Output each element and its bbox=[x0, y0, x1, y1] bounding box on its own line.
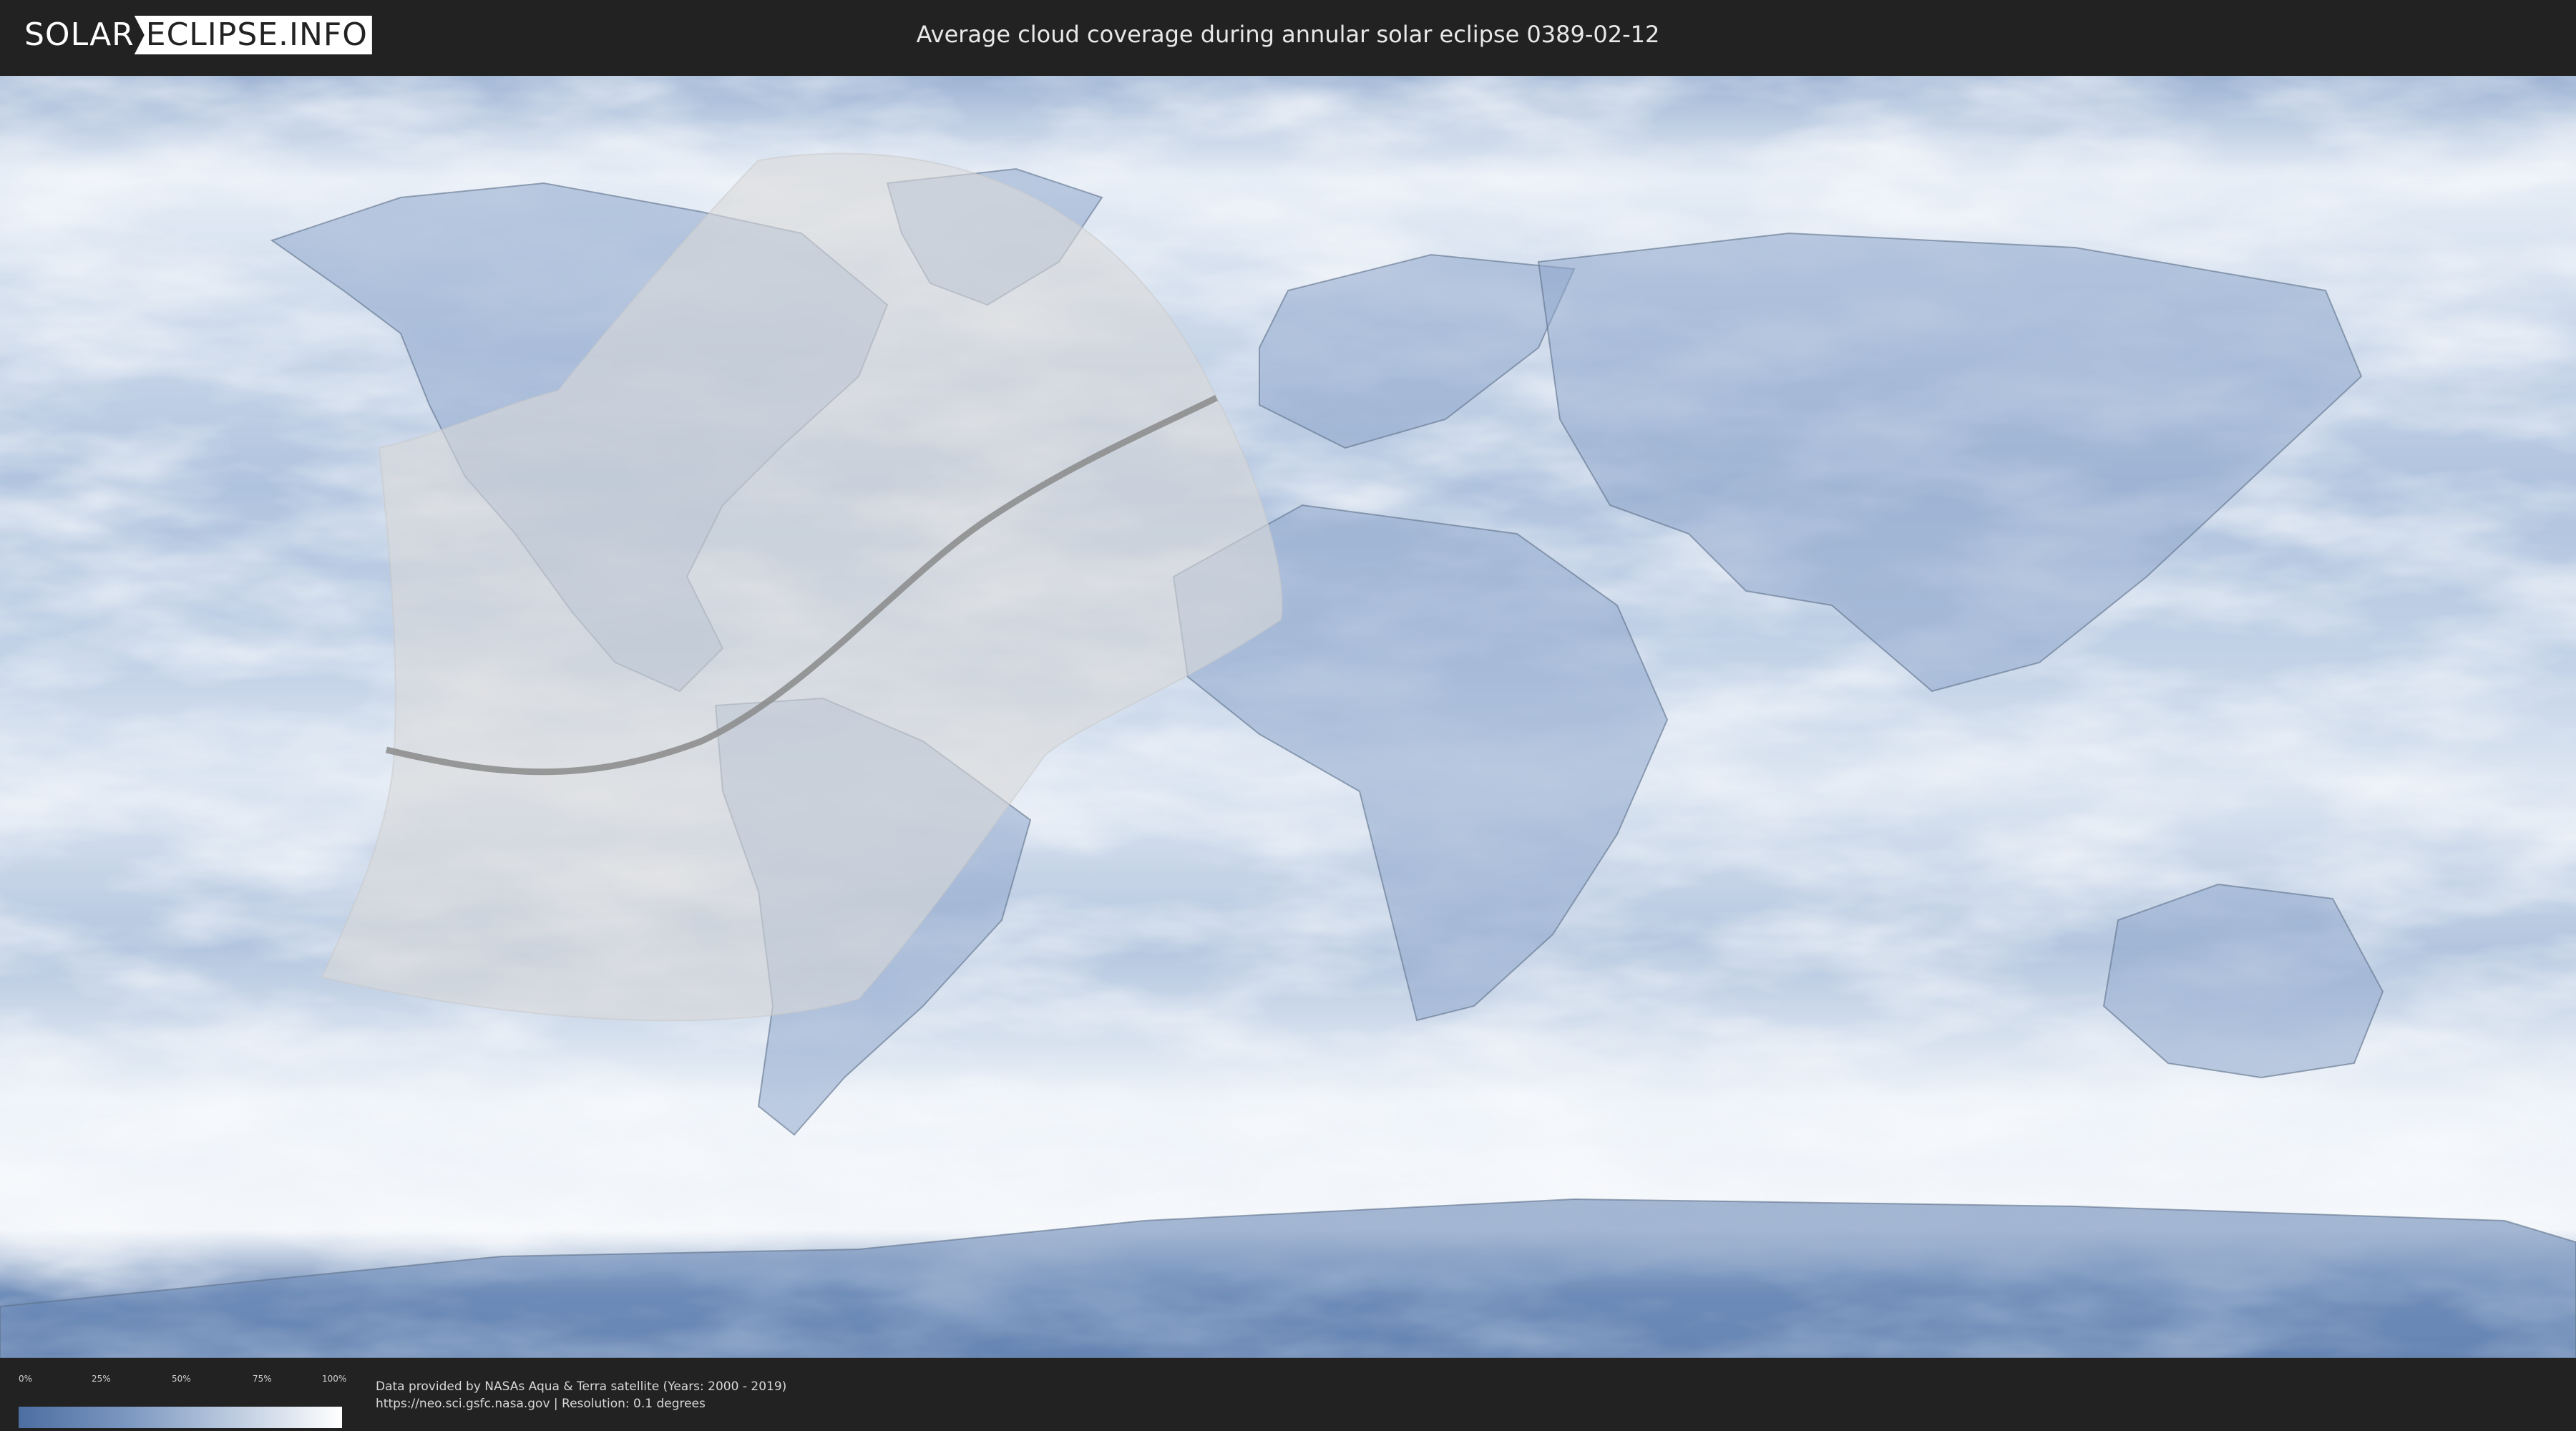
world-map-svg bbox=[0, 76, 2576, 1358]
legend-tick-100: 100% bbox=[322, 1374, 347, 1384]
data-credits: Data provided by NASAs Aqua & Terra sate… bbox=[376, 1378, 786, 1412]
legend-tick-75: 75% bbox=[253, 1374, 272, 1384]
legend-tick-0: 0% bbox=[19, 1374, 33, 1384]
legend-tick-25: 25% bbox=[92, 1374, 111, 1384]
header-bar: SOLAR ECLIPSE.INFO Average cloud coverag… bbox=[0, 0, 2576, 72]
credits-line-1: Data provided by NASAs Aqua & Terra sate… bbox=[376, 1379, 787, 1394]
legend-color-bar bbox=[19, 1407, 342, 1428]
cloud-coverage-map bbox=[0, 76, 2576, 1358]
footer-bar: 0% 25% 50% 75% 100% Data provided by NAS… bbox=[0, 1358, 2576, 1431]
legend-tick-50: 50% bbox=[172, 1374, 191, 1384]
page-title: Average cloud coverage during annular so… bbox=[916, 21, 1660, 48]
cloud-coverage-legend: 0% 25% 50% 75% 100% bbox=[19, 1374, 346, 1428]
legend-tick-labels: 0% 25% 50% 75% 100% bbox=[19, 1374, 346, 1385]
credits-line-2: https://neo.sci.gsfc.nasa.gov | Resoluti… bbox=[376, 1397, 706, 1411]
